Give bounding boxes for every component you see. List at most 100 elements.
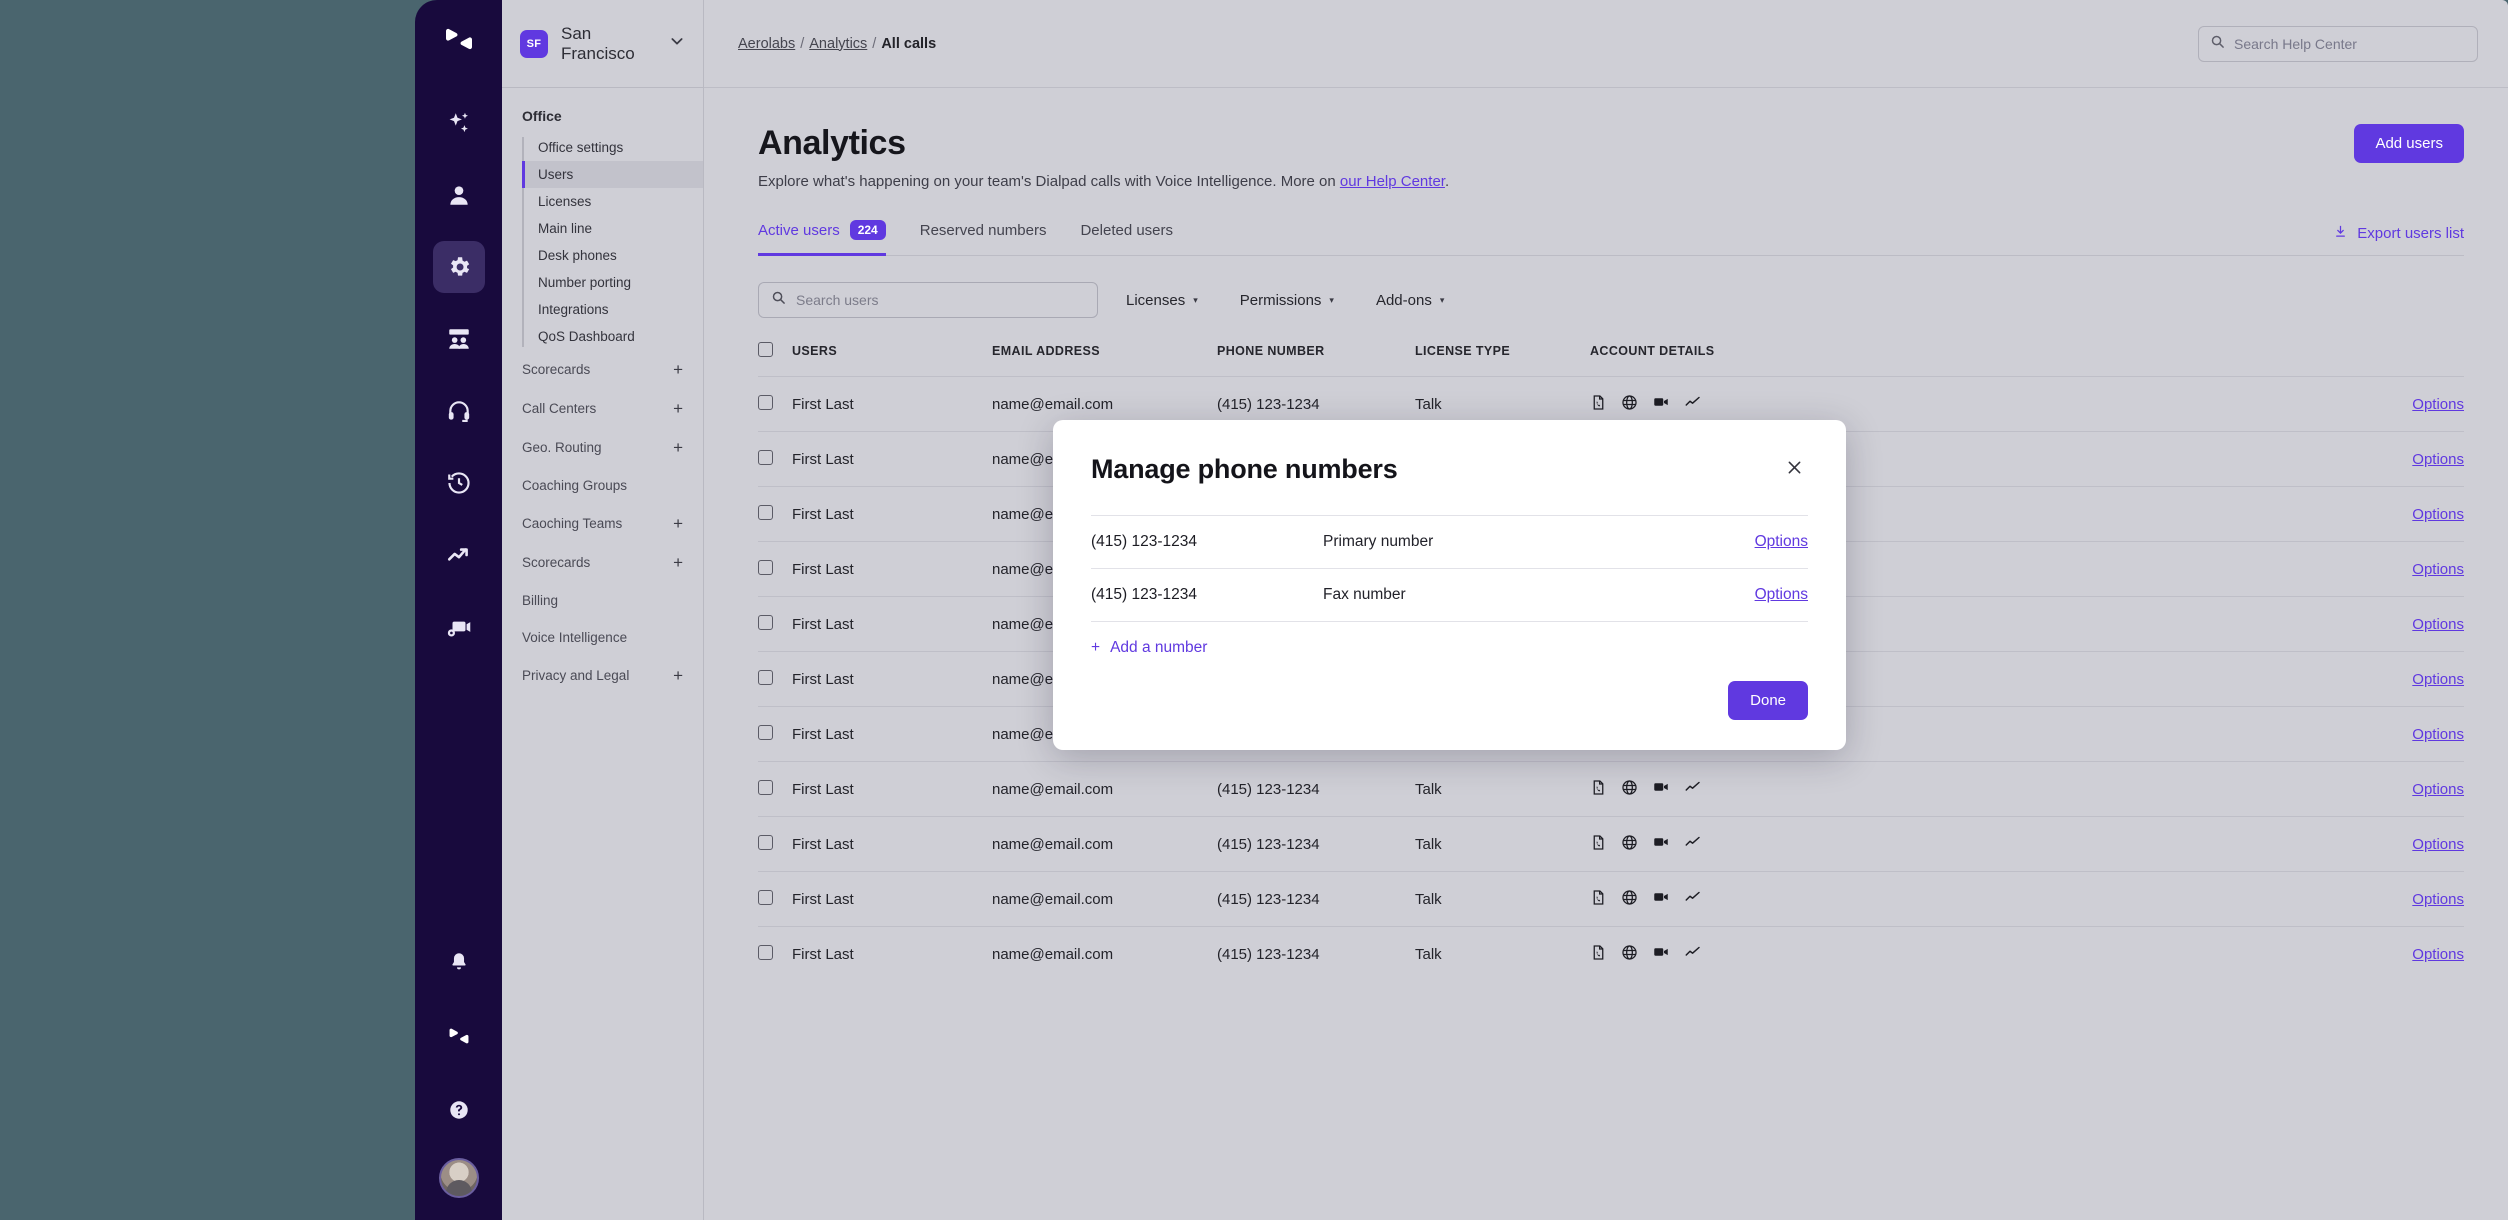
breadcrumb-item-analytics[interactable]: Analytics	[809, 36, 867, 52]
search-users-input[interactable]	[796, 292, 1085, 308]
select-all-checkbox[interactable]	[758, 342, 773, 357]
globe-icon[interactable]	[1621, 944, 1638, 965]
help-question-icon[interactable]	[433, 1084, 485, 1136]
tab-deleted-users[interactable]: Deleted users	[1080, 220, 1173, 256]
row-checkbox[interactable]	[758, 615, 773, 630]
sidebar-group-scorecards[interactable]: Scorecards+	[502, 543, 703, 582]
expand-plus-icon[interactable]: +	[673, 361, 683, 378]
table-row[interactable]: First Lastname@email.com(415) 123-1234Ta…	[758, 817, 2464, 872]
search-input[interactable]	[2234, 36, 2466, 52]
document-phone-icon[interactable]	[1590, 944, 1607, 965]
export-users-list-button[interactable]: Export users list	[2333, 224, 2464, 256]
globe-icon[interactable]	[1621, 834, 1638, 855]
licenses-filter-button[interactable]: Licenses ▾	[1112, 284, 1212, 317]
sidebar-item-qos-dashboard[interactable]: QoS Dashboard	[522, 323, 703, 350]
expand-plus-icon[interactable]: +	[673, 554, 683, 571]
gear-icon[interactable]	[433, 241, 485, 293]
row-select-cell[interactable]	[758, 432, 792, 487]
row-checkbox[interactable]	[758, 505, 773, 520]
row-select-cell[interactable]	[758, 927, 792, 982]
row-options-link[interactable]: Options	[2412, 781, 2464, 798]
avatar[interactable]	[439, 1158, 479, 1198]
add-users-button[interactable]: Add users	[2354, 124, 2464, 163]
analytics-line-icon[interactable]	[1684, 833, 1702, 855]
row-select-cell[interactable]	[758, 377, 792, 432]
row-select-cell[interactable]	[758, 707, 792, 762]
analytics-line-icon[interactable]	[1684, 888, 1702, 910]
sidebar-group-caoching-teams[interactable]: Caoching Teams+	[502, 504, 703, 543]
expand-plus-icon[interactable]: +	[673, 667, 683, 684]
table-row[interactable]: First Lastname@email.com(415) 123-1234Ta…	[758, 762, 2464, 817]
expand-plus-icon[interactable]: +	[673, 439, 683, 456]
breadcrumb-item-aerolabs[interactable]: Aerolabs	[738, 36, 795, 52]
table-row[interactable]: First Lastname@email.com(415) 123-1234Ta…	[758, 872, 2464, 927]
row-checkbox[interactable]	[758, 670, 773, 685]
help-center-search[interactable]	[2198, 26, 2478, 62]
contacts-person-icon[interactable]	[433, 169, 485, 221]
trending-up-icon[interactable]	[433, 529, 485, 581]
row-select-cell[interactable]	[758, 872, 792, 927]
sidebar-group-scorecards[interactable]: Scorecards+	[502, 350, 703, 389]
analytics-line-icon[interactable]	[1684, 393, 1702, 415]
tab-reserved-numbers[interactable]: Reserved numbers	[920, 220, 1047, 256]
close-icon[interactable]	[1781, 454, 1808, 481]
permissions-filter-button[interactable]: Permissions ▾	[1226, 284, 1348, 317]
row-options-link[interactable]: Options	[2412, 726, 2464, 743]
row-checkbox[interactable]	[758, 450, 773, 465]
video-icon[interactable]	[1652, 943, 1670, 965]
video-icon[interactable]	[1652, 393, 1670, 415]
add-a-number-button[interactable]: + Add a number	[1091, 621, 1808, 657]
sidebar-item-integrations[interactable]: Integrations	[522, 296, 703, 323]
row-select-cell[interactable]	[758, 652, 792, 707]
expand-plus-icon[interactable]: +	[673, 400, 683, 417]
row-options-link[interactable]: Options	[2412, 561, 2464, 578]
meetings-icon[interactable]	[433, 313, 485, 365]
sidebar-item-licenses[interactable]: Licenses	[522, 188, 703, 215]
row-checkbox[interactable]	[758, 725, 773, 740]
row-options-link[interactable]: Options	[2412, 616, 2464, 633]
row-select-cell[interactable]	[758, 817, 792, 872]
row-options-link[interactable]: Options	[2412, 946, 2464, 963]
globe-icon[interactable]	[1621, 889, 1638, 910]
analytics-line-icon[interactable]	[1684, 778, 1702, 800]
sidebar-group-voice-intelligence[interactable]: Voice Intelligence	[502, 619, 703, 656]
row-options-link[interactable]: Options	[2412, 451, 2464, 468]
select-all-header[interactable]	[758, 342, 792, 377]
done-button[interactable]: Done	[1728, 681, 1808, 720]
row-checkbox[interactable]	[758, 835, 773, 850]
row-checkbox[interactable]	[758, 560, 773, 575]
video-icon[interactable]	[1652, 888, 1670, 910]
help-center-link[interactable]: our Help Center	[1340, 173, 1445, 190]
document-phone-icon[interactable]	[1590, 394, 1607, 415]
sidebar-group-call-centers[interactable]: Call Centers+	[502, 389, 703, 428]
row-options-link[interactable]: Options	[2412, 396, 2464, 413]
addons-filter-button[interactable]: Add-ons ▾	[1362, 284, 1458, 317]
row-select-cell[interactable]	[758, 762, 792, 817]
expand-plus-icon[interactable]: +	[673, 515, 683, 532]
sidebar-group-privacy-and-legal[interactable]: Privacy and Legal+	[502, 656, 703, 695]
analytics-line-icon[interactable]	[1684, 943, 1702, 965]
bell-icon[interactable]	[433, 936, 485, 988]
video-icon[interactable]	[1652, 833, 1670, 855]
office-switcher[interactable]: SF San Francisco	[502, 0, 703, 88]
row-checkbox[interactable]	[758, 780, 773, 795]
globe-icon[interactable]	[1621, 394, 1638, 415]
document-phone-icon[interactable]	[1590, 889, 1607, 910]
ai-sparkles-icon[interactable]	[433, 97, 485, 149]
globe-icon[interactable]	[1621, 779, 1638, 800]
sidebar-item-number-porting[interactable]: Number porting	[522, 269, 703, 296]
row-select-cell[interactable]	[758, 597, 792, 652]
video-icon[interactable]	[1652, 778, 1670, 800]
sidebar-group-geo-routing[interactable]: Geo. Routing+	[502, 428, 703, 467]
row-options-link[interactable]: Options	[2412, 506, 2464, 523]
row-checkbox[interactable]	[758, 945, 773, 960]
row-options-link[interactable]: Options	[2412, 671, 2464, 688]
row-checkbox[interactable]	[758, 890, 773, 905]
dialpad-mark-icon[interactable]	[433, 1010, 485, 1062]
phone-number-options-link[interactable]: Options	[1755, 533, 1808, 551]
search-users-field[interactable]	[758, 282, 1098, 318]
document-phone-icon[interactable]	[1590, 834, 1607, 855]
sidebar-item-users[interactable]: Users	[522, 161, 703, 188]
video-settings-icon[interactable]	[433, 601, 485, 653]
phone-number-options-link[interactable]: Options	[1755, 586, 1808, 604]
